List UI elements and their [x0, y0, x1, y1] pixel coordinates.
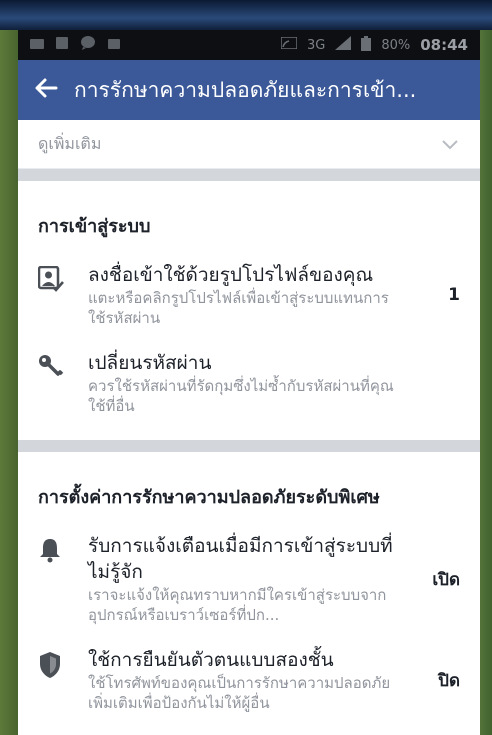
- network-type: 3G: [306, 37, 326, 53]
- item-title: รับการแจ้งเตือนเมื่อมีการเข้าสู่ระบบที่ไ…: [88, 535, 393, 583]
- wallpaper-top: [0, 0, 492, 30]
- back-button[interactable]: [18, 60, 74, 120]
- section-title-login: การเข้าสู่ระบบ: [38, 216, 151, 237]
- app-bar: การรักษาความปลอดภัยและการเข้า...: [18, 60, 480, 120]
- facebook-icon: [56, 37, 68, 53]
- profile-login-icon: [37, 262, 88, 328]
- item-subtitle: แตะหรือคลิกรูปโปรไฟล์เพื่อเข้าสู่ระบบแทน…: [88, 289, 389, 327]
- bell-icon: [38, 533, 88, 625]
- key-icon: [38, 350, 88, 416]
- two-factor-authentication-item[interactable]: ใช้การยืนยันตัวตนแบบสองชั้น ใช้โทรศัพท์ข…: [18, 637, 480, 725]
- page-title: การรักษาความปลอดภัยและการเข้า...: [74, 77, 417, 102]
- settings-content: ดูเพิ่มเติม การเข้าสู่ระบบ ลงชื่อเข้าใช้…: [18, 120, 480, 735]
- signal-icon: [335, 36, 352, 54]
- section-divider: [18, 440, 480, 452]
- login-with-profile-picture-item[interactable]: ลงชื่อเข้าใช้ด้วยรูปโปรไฟล์ของคุณ แตะหรื…: [18, 252, 480, 340]
- item-value: เปิด: [432, 569, 460, 590]
- arrow-left-icon: [34, 77, 58, 103]
- item-subtitle: ใช้โทรศัพท์ของคุณเป็นการรักษาความปลอดภัย…: [88, 674, 391, 712]
- messenger-icon: [80, 36, 96, 54]
- section-divider: [18, 169, 480, 181]
- item-value: 1: [448, 285, 460, 305]
- see-more-row[interactable]: ดูเพิ่มเติม: [18, 120, 480, 169]
- item-value: ปิด: [438, 670, 460, 691]
- change-password-item[interactable]: เปลี่ยนรหัสผ่าน ควรใช้รหัสผ่านที่รัดกุมซ…: [18, 340, 480, 428]
- status-bar: 3G 80% 08:44: [18, 30, 480, 60]
- cast-icon: [280, 36, 298, 53]
- shield-icon: [38, 647, 88, 713]
- see-more-label: ดูเพิ่มเติม: [38, 133, 102, 153]
- unrecognized-login-alerts-item[interactable]: รับการแจ้งเตือนเมื่อมีการเข้าสู่ระบบที่ไ…: [18, 523, 480, 637]
- item-title: ใช้การยืนยันตัวตนแบบสองชั้น: [88, 649, 334, 671]
- item-subtitle: เราจะแจ้งให้คุณทราบหากมีใครเข้าสู่ระบบจา…: [88, 586, 387, 624]
- clock: 08:44: [420, 36, 468, 54]
- battery-icon: [361, 35, 372, 55]
- item-subtitle: ควรใช้รหัสผ่านที่รัดกุมซึ่งไม่ซ้ำกับรหัส…: [88, 377, 394, 415]
- item-title: ลงชื่อเข้าใช้ด้วยรูปโปรไฟล์ของคุณ: [88, 264, 374, 286]
- chevron-down-icon: [442, 135, 458, 154]
- section-title-extra-security: การตั้งค่าการรักษาความปลอดภัยระดับพิเศษ: [38, 487, 380, 508]
- battery-percent: 80%: [381, 37, 411, 53]
- video-icon: [30, 38, 44, 53]
- item-title: เปลี่ยนรหัสผ่าน: [88, 352, 212, 374]
- login-section: การเข้าสู่ระบบ ลงชื่อเข้าใช้ด้วยรูปโปรไฟ…: [18, 181, 480, 428]
- usb-icon: [108, 38, 120, 53]
- extra-security-section: การตั้งค่าการรักษาความปลอดภัยระดับพิเศษ …: [18, 452, 480, 725]
